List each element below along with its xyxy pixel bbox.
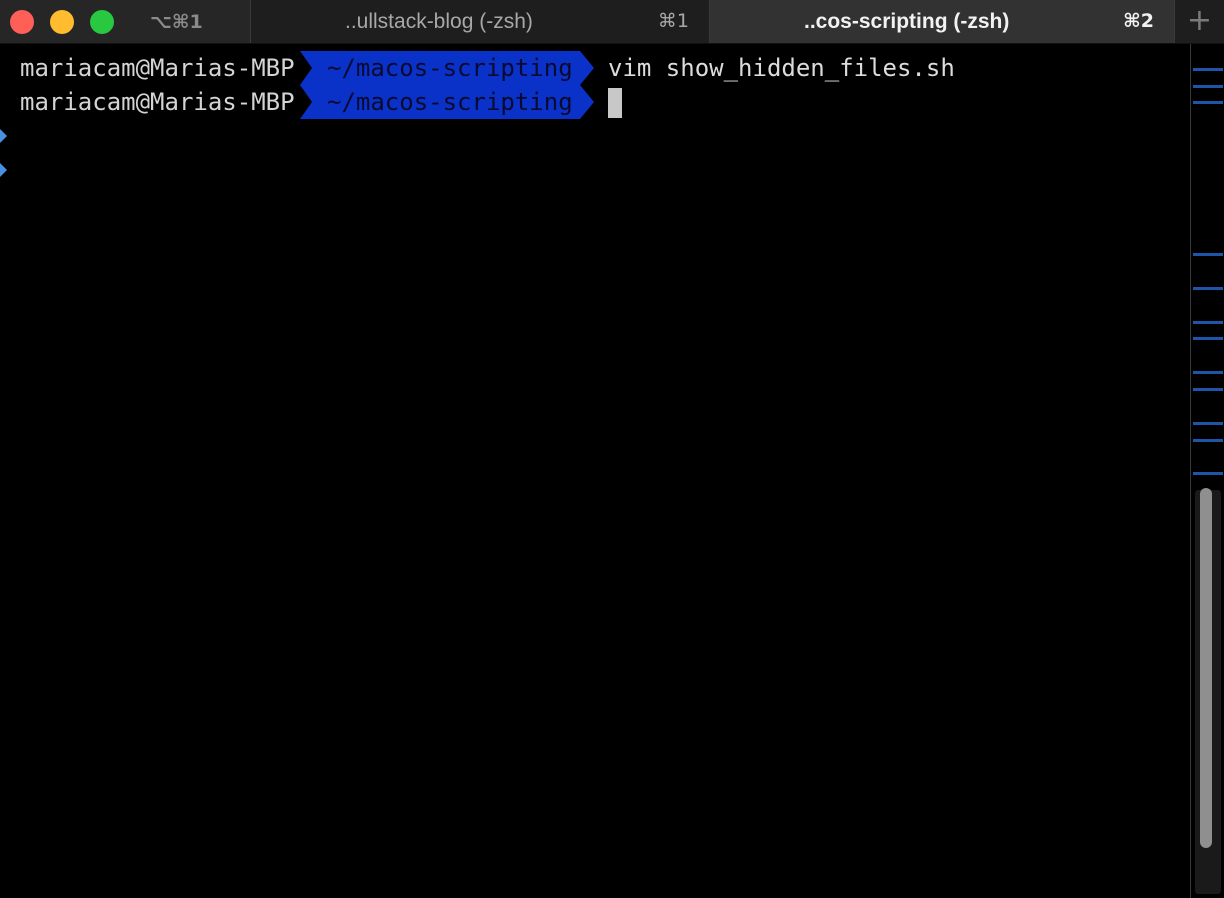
prompt-cwd: ~/macos-scripting — [327, 54, 573, 82]
terminal-output[interactable]: mariacam@Marias-MBP ~/macos-scripting vi… — [0, 44, 1190, 898]
prompt-host: mariacam@Marias-MBP — [20, 88, 295, 116]
terminal-window: ⌥⌘1 ..ullstack-blog (-zsh) ⌘1 ..cos-scri… — [0, 0, 1224, 898]
title-bar: ⌥⌘1 ..ullstack-blog (-zsh) ⌘1 ..cos-scri… — [0, 0, 1224, 44]
maximize-window-button[interactable] — [90, 10, 114, 34]
new-tab-button[interactable]: + — [1174, 0, 1224, 43]
scroll-mark — [1193, 371, 1223, 374]
command-text: vim show_hidden_files.sh — [608, 54, 955, 82]
plus-icon: + — [1186, 3, 1213, 38]
prompt-line: mariacam@Marias-MBP ~/macos-scripting — [0, 85, 1190, 177]
tab-title: ..cos-scripting (-zsh) — [804, 10, 1010, 33]
tab-shortcut: ⌘2 — [1123, 10, 1154, 32]
scroll-mark — [1193, 85, 1223, 88]
scroll-mark — [1193, 287, 1223, 290]
scroll-mark — [1193, 337, 1223, 340]
chevron-right-icon — [0, 51, 10, 143]
scroll-thumb[interactable] — [1200, 488, 1212, 848]
prompt-line: mariacam@Marias-MBP ~/macos-scripting vi… — [0, 51, 1190, 143]
scroll-mark — [1193, 422, 1223, 425]
scroll-mark — [1193, 68, 1223, 71]
tab-fullstack-blog[interactable]: ..ullstack-blog (-zsh) ⌘1 — [250, 0, 710, 43]
close-window-button[interactable] — [10, 10, 34, 34]
scroll-mark — [1193, 439, 1223, 442]
prompt-cwd: ~/macos-scripting — [327, 88, 573, 116]
tab-title: ..ullstack-blog (-zsh) — [345, 10, 533, 33]
scroll-mark — [1193, 388, 1223, 391]
text-cursor — [608, 88, 622, 118]
prompt-cwd-segment: ~/macos-scripting — [300, 85, 594, 119]
window-shortcut-label: ⌥⌘1 — [150, 11, 203, 33]
prompt-host: mariacam@Marias-MBP — [20, 54, 295, 82]
tab-macos-scripting[interactable]: ..cos-scripting (-zsh) ⌘2 — [710, 0, 1174, 43]
minimize-window-button[interactable] — [50, 10, 74, 34]
scroll-mark — [1193, 253, 1223, 256]
tab-shortcut: ⌘1 — [657, 10, 689, 32]
chevron-right-icon — [0, 85, 10, 177]
prompt-cwd-segment: ~/macos-scripting — [300, 51, 594, 85]
scroll-mark — [1193, 101, 1223, 104]
scroll-mark — [1193, 321, 1223, 324]
scroll-mark — [1193, 472, 1223, 475]
